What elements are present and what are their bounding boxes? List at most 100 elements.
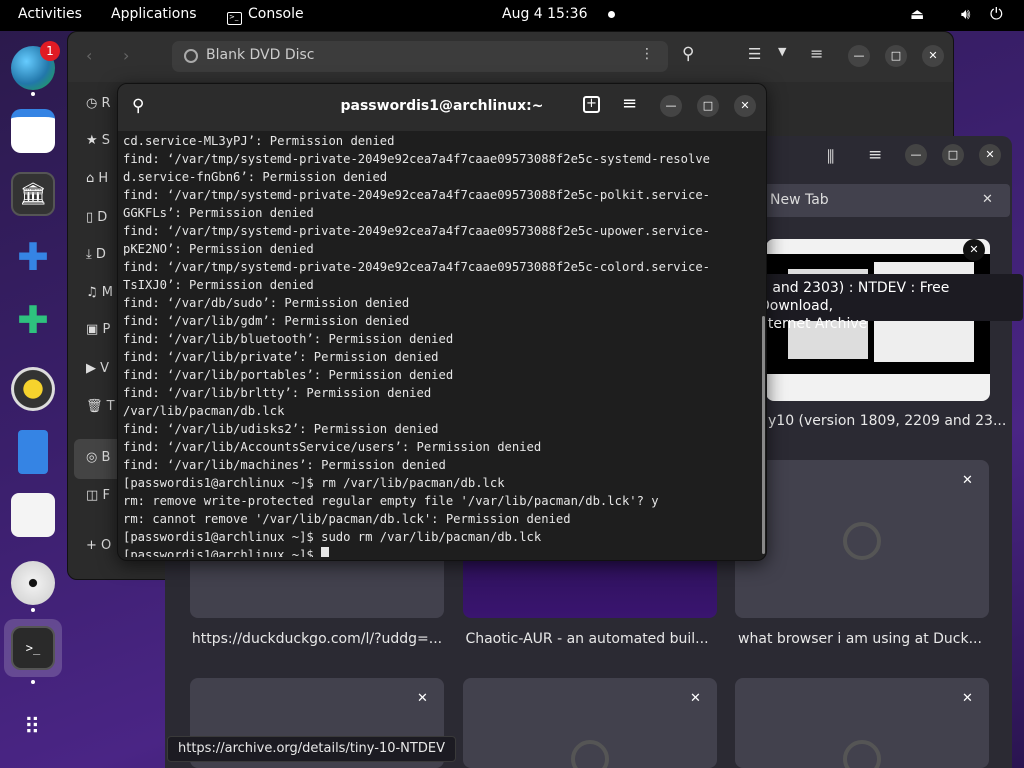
drive-icon: ◫ <box>86 488 99 503</box>
sidebar-item-blank-disc[interactable]: ◎ B <box>86 450 116 470</box>
top-site-tile[interactable]: ✕ <box>735 460 989 618</box>
plus-icon: + <box>86 538 97 553</box>
sidebar-item-documents[interactable]: ▯ D <box>86 210 116 230</box>
sidebar-item-trash[interactable]: 🗑︎ T <box>86 399 116 419</box>
terminal-line: cd.service-ML3yPJ’: Permission denied <box>123 134 395 148</box>
activities-button[interactable]: Activities <box>18 6 82 22</box>
disc-icon[interactable] <box>11 561 55 605</box>
terminal-line: find: ‘/var/tmp/systemd-private-2049e92c… <box>123 224 710 238</box>
tile-close-icon[interactable]: ✕ <box>963 239 985 261</box>
sidebar-item-music[interactable]: ♫ M <box>86 285 116 305</box>
disc-small-icon <box>184 49 198 63</box>
tile-close-icon[interactable]: ✕ <box>690 691 701 706</box>
close-button[interactable]: ✕ <box>922 45 944 67</box>
terminal-line: find: ‘/var/db/sudo’: Permission denied <box>123 296 410 310</box>
browser-close-button[interactable]: ✕ <box>979 144 1001 166</box>
console-app-menu[interactable]: >_ Console <box>227 6 304 25</box>
document-icon: ▯ <box>86 210 94 225</box>
extension-manager-icon[interactable]: ✚ <box>11 298 55 342</box>
scrollbar[interactable] <box>762 316 765 554</box>
sidebar-label: F <box>102 488 110 503</box>
back-icon[interactable]: ‹ <box>86 46 92 65</box>
terminal-line: d.service-fnGbn6’: Permission denied <box>123 170 388 184</box>
menu-icon[interactable]: ≡ <box>810 44 823 63</box>
clock-icon: ◷ <box>86 96 98 111</box>
archive-icon[interactable]: 🏛︎ <box>11 172 55 216</box>
sidebar-label: S <box>101 133 111 148</box>
software-icon[interactable] <box>11 493 55 537</box>
download-icon: ⤓ <box>86 247 92 262</box>
sidebar-item-pictures[interactable]: ▣ P <box>86 322 116 342</box>
tab-close-icon[interactable]: ✕ <box>982 192 993 207</box>
extensions-icon[interactable]: ✚ <box>11 235 55 279</box>
calendar-icon[interactable] <box>11 109 55 153</box>
search-icon[interactable]: ⚲ <box>682 44 694 64</box>
applications-menu[interactable]: Applications <box>111 6 197 22</box>
view-options-icon[interactable]: ▼ <box>778 45 786 58</box>
close-button[interactable]: ✕ <box>734 95 756 117</box>
power-icon[interactable]: ⏻ <box>990 4 1003 24</box>
terminal-line: find: ‘/var/tmp/systemd-private-2049e92c… <box>123 188 710 202</box>
minimize-button[interactable]: — <box>660 95 682 117</box>
terminal-line: [passwordis1@archlinux ~]$ <box>123 546 763 557</box>
sidebar-item-filesystem[interactable]: ◫ F <box>86 488 116 508</box>
browser-menu-icon[interactable]: ≡ <box>868 145 882 165</box>
text-editor-icon[interactable] <box>18 430 48 474</box>
library-icon[interactable]: ⫼ <box>827 147 834 167</box>
tile-close-icon[interactable]: ✕ <box>962 691 973 706</box>
video-icon: ▶ <box>86 361 96 376</box>
home-icon: ⌂ <box>86 171 95 186</box>
app-grid-icon[interactable]: ⠿ <box>11 706 55 750</box>
tile-close-icon[interactable]: ✕ <box>962 473 973 488</box>
terminal-line: find: ‘/var/lib/bluetooth’: Permission d… <box>123 332 454 346</box>
sidebar-item-starred[interactable]: ★ S <box>86 133 116 153</box>
terminal-line: rm: cannot remove '/var/lib/pacman/db.lc… <box>123 512 571 526</box>
sidebar-item-videos[interactable]: ▶ V <box>86 361 116 381</box>
disc-sidebar-icon: ◎ <box>86 450 98 465</box>
music-icon: ♫ <box>86 285 98 300</box>
globe-icon <box>571 740 609 768</box>
tile-label: Chaotic-AUR - an automated buil... <box>465 631 709 647</box>
dash-dock: 1 🏛︎ ✚ ✚ >_ ⠿ <box>0 31 66 768</box>
menu-icon[interactable]: ≡ <box>622 93 637 114</box>
top-site-tile[interactable]: ✕ <box>463 678 717 768</box>
terminal-line: find: ‘/var/lib/udisks2’: Permission den… <box>123 422 439 436</box>
terminal-line: find: ‘/var/lib/private’: Permission den… <box>123 350 439 364</box>
new-tab-icon[interactable]: + <box>583 96 600 113</box>
sidebar-item-home[interactable]: ⌂ H <box>86 171 116 191</box>
sidebar-item-downloads[interactable]: ⤓ D <box>86 247 116 267</box>
tile-label: https://duckduckgo.com/l/?uddg=... <box>191 631 443 647</box>
forward-icon[interactable]: › <box>123 46 129 65</box>
trash-icon: 🗑︎ <box>86 399 103 414</box>
terminal-line: find: ‘/var/lib/gdm’: Permission denied <box>123 314 410 328</box>
clock[interactable]: Aug 4 15:36 <box>502 6 588 22</box>
location-bar[interactable]: Blank DVD Disc ⋮ <box>172 41 668 72</box>
list-view-icon[interactable]: ☰ <box>748 45 761 63</box>
console-app-label: Console <box>248 6 304 22</box>
star-icon: ★ <box>86 133 98 148</box>
sidebar-item-recent[interactable]: ◷ R <box>86 96 116 116</box>
terminal-line: find: ‘/var/tmp/systemd-private-2049e92c… <box>123 152 710 166</box>
maximize-button[interactable]: □ <box>885 45 907 67</box>
sidebar-item-other-locations[interactable]: + O <box>86 538 116 558</box>
browser-maximize-button[interactable]: □ <box>942 144 964 166</box>
tile-close-icon[interactable]: ✕ <box>417 691 428 706</box>
tile-label: y10 (version 1809, 2209 and 23... <box>768 413 1007 429</box>
console-headerbar: ⚲ passwordis1@archlinux:~ + ≡ — □ ✕ <box>118 84 766 131</box>
eject-icon[interactable]: ⏏ <box>910 5 924 23</box>
minimize-button[interactable]: — <box>848 45 870 67</box>
sidebar-label: O <box>101 538 112 553</box>
browser-tab[interactable]: New Tab ✕ <box>760 184 1010 217</box>
terminal-prompt: [passwordis1@archlinux ~]$ <box>123 548 322 557</box>
maximize-button[interactable]: □ <box>697 95 719 117</box>
top-site-tile[interactable]: ✕ <box>735 678 989 768</box>
volume-icon[interactable]: 🔊︎ <box>961 5 970 23</box>
terminal-output[interactable]: cd.service-ML3yPJ’: Permission denied fin… <box>123 132 763 557</box>
terminal-icon[interactable]: >_ <box>11 626 55 670</box>
running-indicator <box>31 680 35 684</box>
location-menu-icon[interactable]: ⋮ <box>640 46 654 62</box>
terminal-line: find: ‘/var/lib/machines’: Permission de… <box>123 458 446 472</box>
browser-minimize-button[interactable]: — <box>905 144 927 166</box>
speaker-icon[interactable] <box>11 367 55 411</box>
globe-icon <box>843 522 881 560</box>
